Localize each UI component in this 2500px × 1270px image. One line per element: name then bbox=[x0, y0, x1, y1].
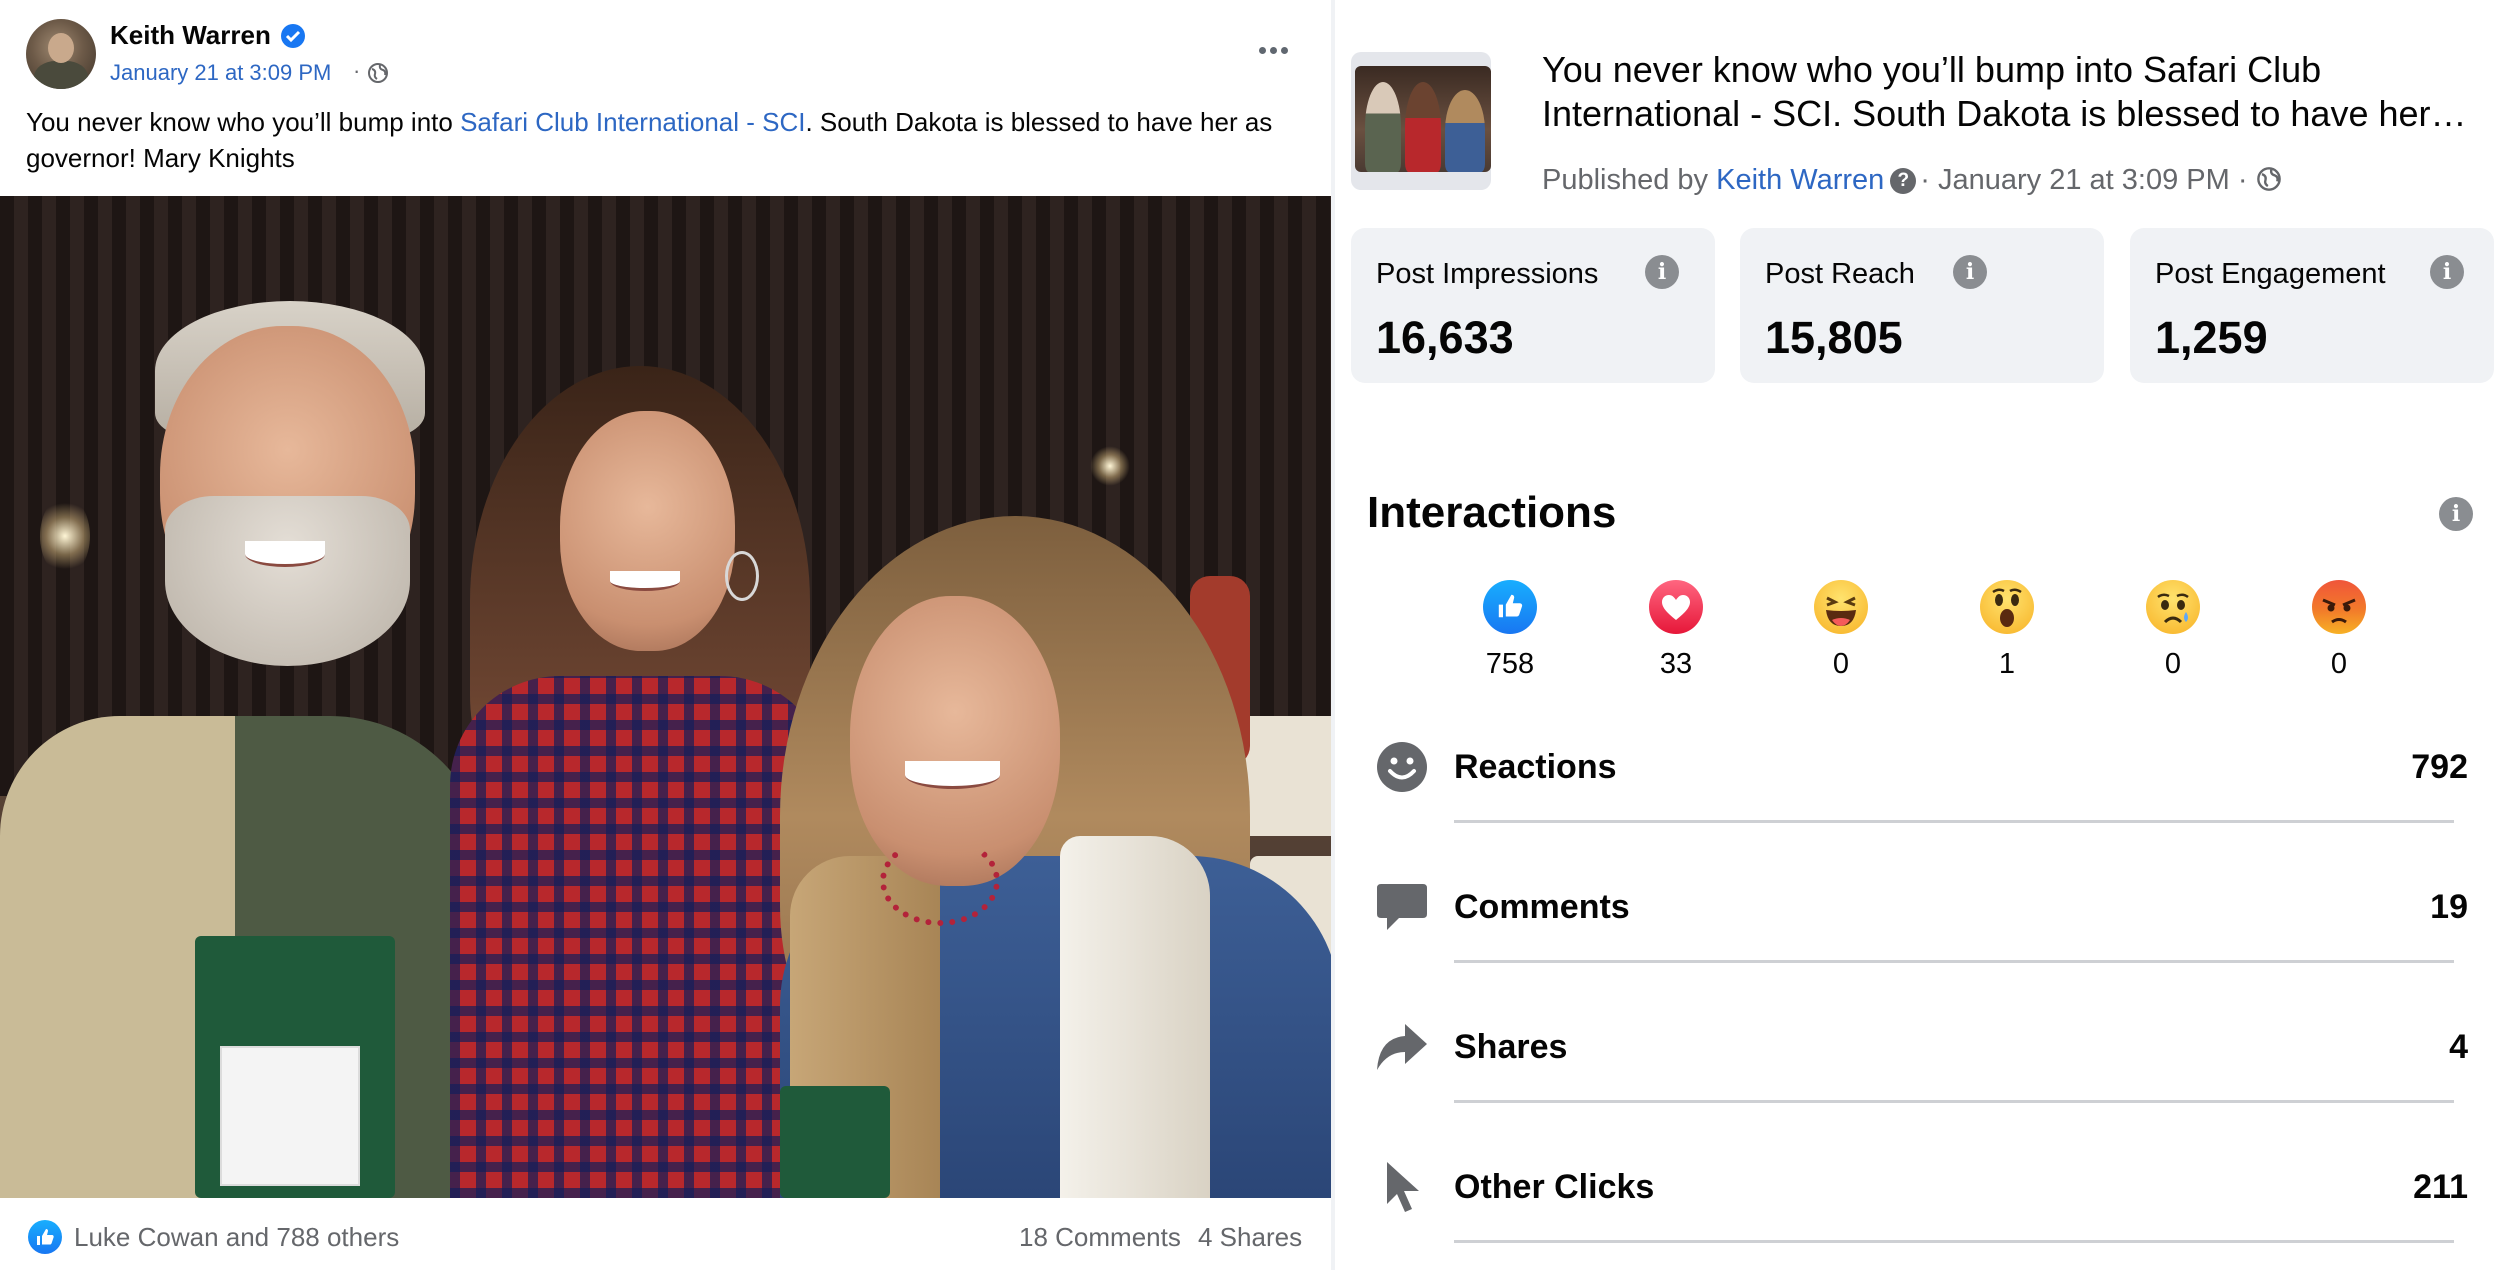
reaction-count: 33 bbox=[1659, 648, 1693, 680]
share-icon bbox=[1377, 1024, 1427, 1070]
author-name[interactable]: Keith Warren bbox=[110, 20, 271, 51]
row-divider bbox=[1454, 1240, 2454, 1243]
reaction-love: 33 bbox=[1621, 580, 1731, 681]
reaction-sad: 0 bbox=[2118, 580, 2228, 681]
reaction-count: 1 bbox=[1998, 648, 2016, 680]
stat-card-impressions: Post Impressions i 16,633 bbox=[1351, 228, 1715, 383]
post-photo[interactable] bbox=[0, 196, 1331, 1198]
info-icon[interactable]: i bbox=[1645, 255, 1679, 289]
help-icon[interactable]: ? bbox=[1890, 168, 1917, 194]
reaction-count: 0 bbox=[1832, 648, 1850, 680]
separator-dot: · bbox=[353, 58, 361, 83]
separator-dot: · bbox=[2237, 164, 2248, 196]
post-timestamp[interactable]: January 21 at 3:09 PM bbox=[110, 60, 331, 86]
reaction-wow: 1 bbox=[1952, 580, 2062, 681]
stat-card-reach: Post Reach i 15,805 bbox=[1740, 228, 2104, 383]
post-text-start: You never know who you’ll bump into bbox=[26, 107, 461, 137]
published-by-line: Published by Keith Warren? · January 21 a… bbox=[1542, 164, 2282, 197]
angry-icon bbox=[2312, 580, 2366, 634]
metric-row-shares[interactable]: Shares 4 bbox=[1335, 1020, 2500, 1160]
separator-dot: · bbox=[1920, 164, 1930, 196]
reaction-count: 758 bbox=[1485, 648, 1535, 680]
row-divider bbox=[1454, 820, 2454, 823]
post-thumbnail[interactable] bbox=[1351, 52, 1491, 190]
stat-value: 1,259 bbox=[2155, 312, 2268, 363]
like-icon bbox=[1483, 580, 1537, 634]
globe-icon bbox=[2256, 167, 2281, 191]
info-icon[interactable]: i bbox=[2439, 497, 2473, 531]
post-insights-panel: You never know who you’ll bump into Safa… bbox=[1335, 0, 2500, 1270]
reaction-summary[interactable]: Luke Cowan and 788 others bbox=[74, 1222, 399, 1253]
haha-icon bbox=[1814, 580, 1868, 634]
published-prefix: Published by bbox=[1542, 164, 1717, 196]
post-text: You never know who you’ll bump into Safa… bbox=[26, 104, 1316, 176]
comment-icon bbox=[1377, 884, 1427, 930]
reaction-breakdown: 758 33 0 1 0 0 bbox=[1455, 580, 2455, 690]
reaction-angry: 0 bbox=[2284, 580, 2394, 681]
metric-value: 4 bbox=[2449, 1028, 2468, 1066]
metric-row-other-clicks[interactable]: Other Clicks 211 bbox=[1335, 1160, 2500, 1270]
stat-card-engagement: Post Engagement i 1,259 bbox=[2130, 228, 2494, 383]
metric-value: 792 bbox=[2411, 748, 2468, 786]
reaction-count: 0 bbox=[2164, 648, 2182, 680]
stat-label: Post Impressions bbox=[1376, 258, 1599, 290]
smiley-icon bbox=[1377, 742, 1427, 792]
stat-value: 16,633 bbox=[1376, 312, 1514, 363]
reaction-count: 0 bbox=[2330, 648, 2348, 680]
info-icon[interactable]: i bbox=[2430, 255, 2464, 289]
love-icon bbox=[1649, 580, 1703, 634]
post-footer: Luke Cowan and 788 others 18 Comments 4 … bbox=[0, 1198, 1331, 1270]
metric-row-comments[interactable]: Comments 19 bbox=[1335, 880, 2500, 1020]
metric-label: Shares bbox=[1454, 1028, 1568, 1066]
metric-row-reactions[interactable]: Reactions 792 bbox=[1335, 740, 2500, 880]
tagged-page-link[interactable]: Safari Club International - SCI bbox=[460, 107, 805, 137]
publisher-link[interactable]: Keith Warren bbox=[1716, 164, 1884, 196]
verified-badge-icon bbox=[281, 24, 305, 48]
cursor-icon bbox=[1387, 1162, 1419, 1212]
interactions-heading: Interactions bbox=[1367, 488, 1617, 537]
wow-icon bbox=[1980, 580, 2034, 634]
more-options-button[interactable] bbox=[1253, 30, 1293, 70]
metric-value: 211 bbox=[2413, 1168, 2468, 1206]
metric-label: Other Clicks bbox=[1454, 1168, 1655, 1206]
sad-icon bbox=[2146, 580, 2200, 634]
comments-count-link[interactable]: 18 Comments bbox=[1019, 1222, 1181, 1253]
stat-label: Post Engagement bbox=[2155, 258, 2386, 290]
facebook-post: Keith Warren January 21 at 3:09 PM · You… bbox=[0, 0, 1331, 1270]
info-icon[interactable]: i bbox=[1953, 255, 1987, 289]
row-divider bbox=[1454, 1100, 2454, 1103]
like-reaction-icon bbox=[28, 1220, 62, 1254]
reaction-haha: 0 bbox=[1786, 580, 1896, 681]
author-avatar[interactable] bbox=[26, 19, 96, 89]
insights-post-headline: You never know who you’ll bump into Safa… bbox=[1542, 49, 2431, 134]
metric-value: 19 bbox=[2430, 888, 2468, 926]
metric-label: Comments bbox=[1454, 888, 1630, 926]
row-divider bbox=[1454, 960, 2454, 963]
globe-icon bbox=[368, 63, 388, 83]
stat-label: Post Reach bbox=[1765, 258, 1915, 290]
reaction-like: 758 bbox=[1455, 580, 1565, 681]
stat-value: 15,805 bbox=[1765, 312, 1903, 363]
published-date: January 21 at 3:09 PM bbox=[1938, 164, 2230, 196]
metric-label: Reactions bbox=[1454, 748, 1617, 786]
shares-count-link[interactable]: 4 Shares bbox=[1198, 1222, 1302, 1253]
